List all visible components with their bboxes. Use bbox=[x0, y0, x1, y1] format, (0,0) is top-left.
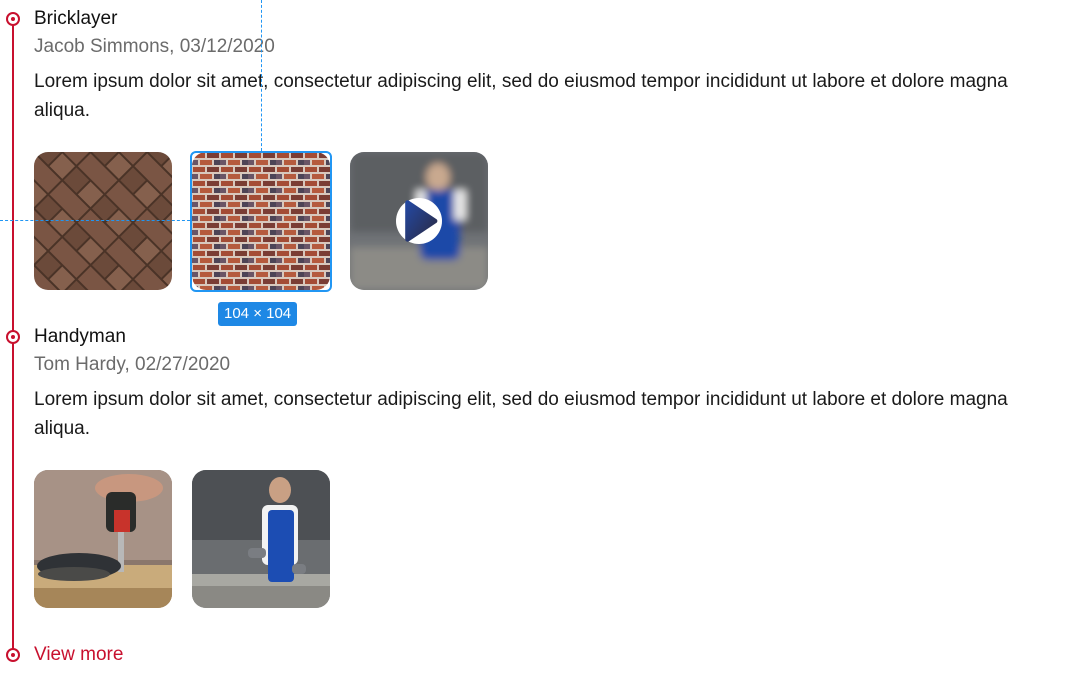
play-icon bbox=[405, 200, 438, 242]
view-more-link[interactable]: View more bbox=[34, 643, 123, 667]
media-thumbnail-video[interactable] bbox=[350, 152, 488, 290]
media-thumbnail-brick-wall[interactable] bbox=[192, 152, 330, 290]
timeline-entry-bricklayer: Bricklayer Jacob Simmons, 03/12/2020 Lor… bbox=[34, 7, 1034, 125]
timeline-entry-handyman: Handyman Tom Hardy, 02/27/2020 Lorem ips… bbox=[34, 325, 1034, 443]
media-thumbnail-herringbone[interactable] bbox=[34, 152, 172, 290]
media-thumbnail-drill[interactable] bbox=[34, 470, 172, 608]
selection-size-badge: 104 × 104 bbox=[218, 302, 298, 326]
entry-meta: Jacob Simmons, 03/12/2020 bbox=[34, 36, 275, 57]
entry-title: Bricklayer bbox=[34, 8, 118, 29]
worker-overalls-image bbox=[192, 470, 330, 608]
timeline: Bricklayer Jacob Simmons, 03/12/2020 Lor… bbox=[0, 0, 1082, 683]
selection-guide-vertical bbox=[261, 0, 262, 151]
entry-meta: Tom Hardy, 02/27/2020 bbox=[34, 354, 231, 375]
drill-hands-image bbox=[34, 470, 172, 608]
selection-guide-horizontal bbox=[0, 220, 190, 221]
play-button[interactable] bbox=[396, 198, 442, 244]
entry-body: Lorem ipsum dolor sit amet, consectetur … bbox=[34, 71, 1008, 121]
timeline-dot-icon bbox=[6, 648, 20, 662]
entry-title: Handyman bbox=[34, 326, 126, 347]
media-thumbnail-worker[interactable] bbox=[192, 470, 330, 608]
herringbone-brick-image bbox=[34, 152, 172, 290]
red-brick-wall-image bbox=[192, 152, 330, 290]
timeline-dot-icon bbox=[6, 330, 20, 344]
timeline-dot-icon bbox=[6, 12, 20, 26]
entry-body: Lorem ipsum dolor sit amet, consectetur … bbox=[34, 389, 1008, 439]
